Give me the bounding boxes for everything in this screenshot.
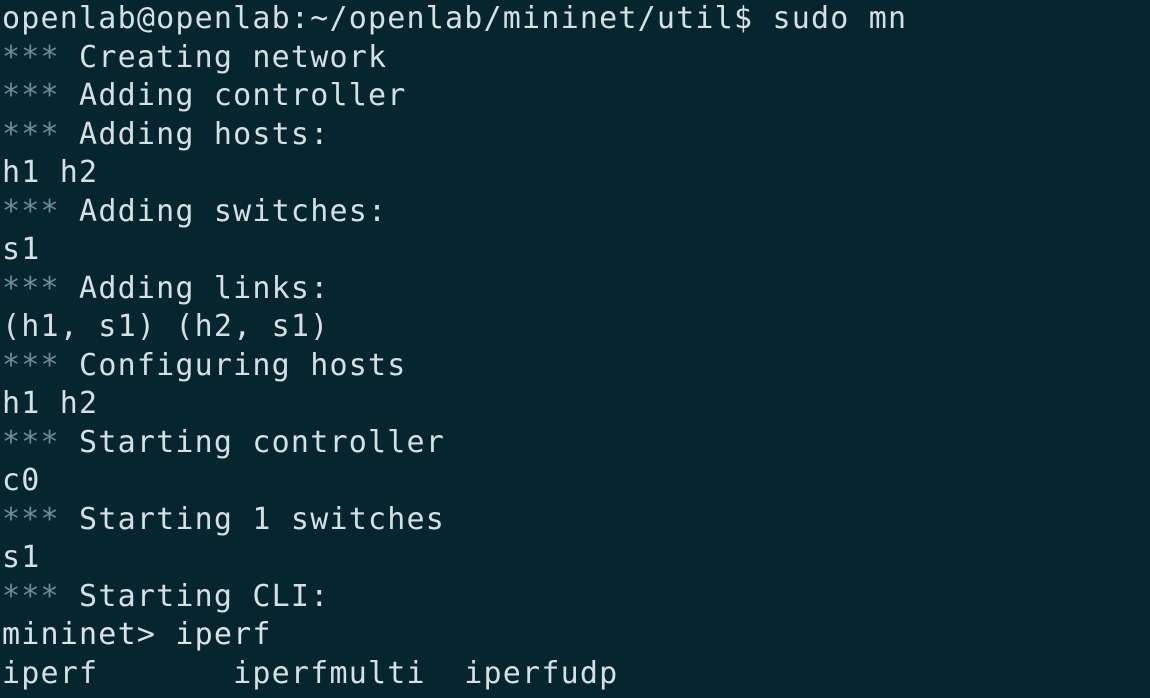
output-line: *** Configuring hosts	[2, 347, 407, 385]
output-text: Adding switches:	[59, 193, 388, 229]
stars-marker: ***	[2, 116, 60, 152]
output-line: *** Adding links:	[2, 270, 329, 308]
output-text: h1 h2	[2, 155, 99, 190]
output-text: h1 h2	[2, 386, 99, 421]
output-text: s1	[2, 232, 41, 267]
completion-text: iperf iperfmulti iperfudp	[2, 655, 619, 691]
stars-marker: ***	[2, 347, 60, 383]
stars-marker: ***	[2, 501, 60, 537]
stars-marker: ***	[2, 424, 60, 460]
output-text: Adding hosts:	[59, 116, 330, 152]
output-line: *** Starting controller	[2, 424, 445, 462]
output-text: c0	[2, 463, 41, 498]
stars-marker: ***	[2, 78, 60, 113]
output-line: *** Adding controller	[2, 77, 407, 115]
output-line: (h1, s1) (h2, s1)	[2, 308, 329, 346]
stars-marker: ***	[2, 39, 60, 75]
stars-marker: ***	[2, 270, 60, 306]
output-text: Starting 1 switches	[59, 501, 446, 537]
output-line: *** Starting CLI:	[2, 578, 329, 616]
output-line: h1 h2	[2, 154, 98, 192]
cli-input-line[interactable]: mininet> iperf	[2, 616, 272, 654]
output-text: (h1, s1) (h2, s1)	[2, 309, 330, 344]
completion-suggestions: iperf iperfmulti iperfudp	[2, 655, 618, 693]
output-line: s1	[2, 231, 41, 269]
output-text: Starting CLI:	[59, 578, 330, 614]
output-line: *** Adding switches:	[2, 193, 387, 231]
output-text: Adding controller	[59, 78, 407, 113]
output-text: s1	[2, 540, 41, 575]
terminal-window[interactable]: openlab@openlab:~/openlab/mininet/util$ …	[0, 0, 1150, 698]
output-line: *** Starting 1 switches	[2, 501, 445, 539]
output-text: Starting controller	[59, 424, 446, 460]
stars-marker: ***	[2, 193, 60, 229]
cli-command-text: mininet> iperf	[2, 617, 272, 652]
output-text: Adding links:	[59, 270, 330, 306]
output-line: h1 h2	[2, 385, 98, 423]
output-text: Creating network	[59, 39, 388, 75]
output-line: s1	[2, 539, 41, 577]
output-line: *** Adding hosts:	[2, 116, 329, 154]
output-line: c0	[2, 462, 41, 500]
stars-marker: ***	[2, 578, 60, 614]
output-text: Configuring hosts	[59, 347, 407, 383]
output-line: *** Creating network	[2, 39, 387, 77]
prompt-line: openlab@openlab:~/openlab/mininet/util$ …	[2, 0, 907, 38]
prompt-text: openlab@openlab:~/openlab/mininet/util$ …	[2, 1, 908, 36]
